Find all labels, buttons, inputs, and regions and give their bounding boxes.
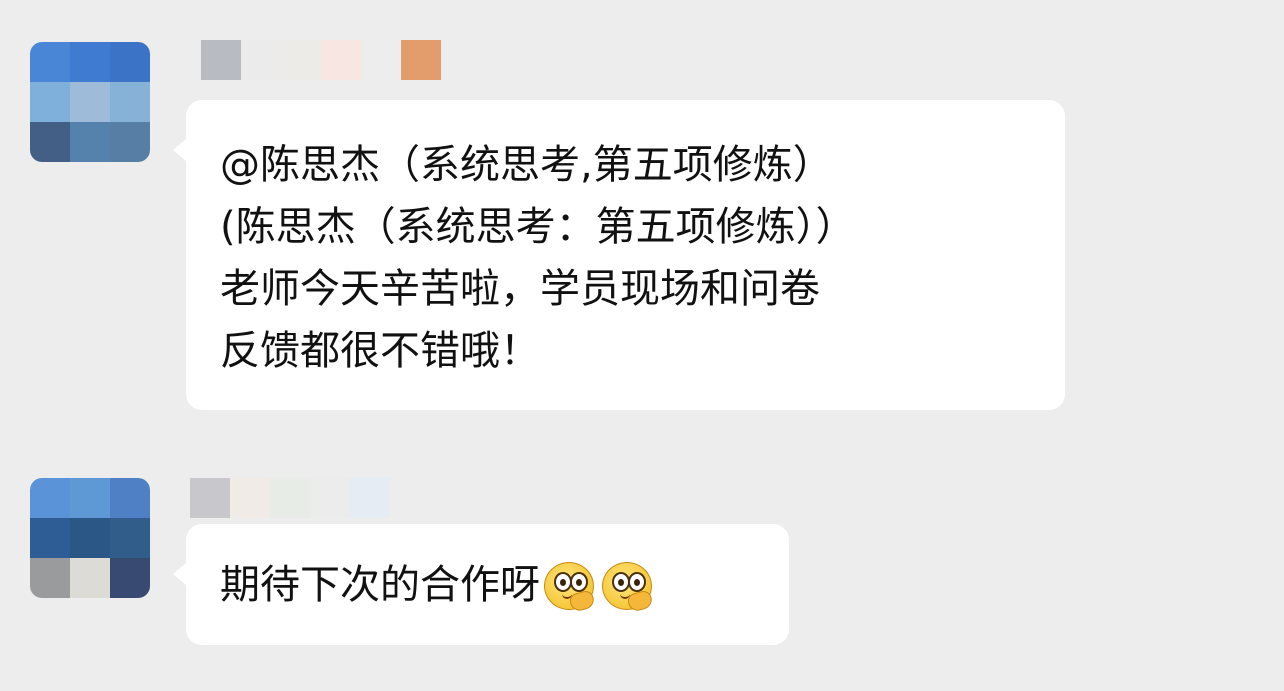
- avatar-pixel: [110, 42, 150, 82]
- avatar-pixel: [70, 518, 110, 558]
- emoji-eye: [570, 572, 588, 592]
- name-blur-block: [190, 478, 230, 518]
- name-blur-block: [321, 40, 361, 80]
- name-blur-block: [390, 478, 430, 518]
- sender-name-blurred-1: [201, 40, 441, 80]
- avatar-pixel: [30, 558, 70, 598]
- message-text: 期待下次的合作呀: [220, 562, 540, 608]
- avatar-pixel: [110, 122, 150, 162]
- name-blur-block: [401, 40, 441, 80]
- name-blur-block: [281, 40, 321, 80]
- message-bubble-1[interactable]: @陈思杰（系统思考,第五项修炼） (陈思杰（系统思考：第五项修炼）） 老师今天辛…: [173, 100, 1065, 410]
- name-blur-block: [350, 478, 390, 518]
- avatar-pixel: [70, 122, 110, 162]
- emoji-eye: [628, 572, 646, 592]
- name-blur-block: [201, 40, 241, 80]
- emoji-group: [542, 558, 658, 613]
- message-bubble-2[interactable]: 期待下次的合作呀: [173, 524, 789, 645]
- sender-avatar-1[interactable]: [30, 42, 150, 162]
- sender-avatar-2[interactable]: [30, 478, 150, 598]
- sender-name-blurred-2: [190, 478, 430, 518]
- hand-over-mouth-face-emoji: [600, 558, 654, 613]
- avatar-pixel: [110, 518, 150, 558]
- message-text-line: @陈思杰（系统思考,第五项修炼）: [220, 142, 833, 188]
- avatar-pixel: [110, 478, 150, 518]
- message-text-line: 反馈都很不错哦！: [220, 328, 540, 374]
- avatar-pixel: [70, 42, 110, 82]
- message-text-line: (陈思杰（系统思考：第五项修炼））: [220, 204, 856, 250]
- avatar-pixel: [110, 82, 150, 122]
- avatar-pixel: [70, 558, 110, 598]
- name-blur-block: [230, 478, 270, 518]
- avatar-pixel: [110, 558, 150, 598]
- name-blur-block: [310, 478, 350, 518]
- hand-over-mouth-face-emoji: [542, 558, 596, 613]
- avatar-pixel: [30, 122, 70, 162]
- avatar-pixel: [70, 478, 110, 518]
- avatar-pixel: [70, 82, 110, 122]
- name-blur-block: [241, 40, 281, 80]
- avatar-pixel: [30, 82, 70, 122]
- avatar-pixel: [30, 478, 70, 518]
- avatar-pixel: [30, 42, 70, 82]
- message-text-line: 老师今天辛苦啦，学员现场和问卷: [220, 266, 820, 312]
- name-blur-block: [270, 478, 310, 518]
- avatar-pixel: [30, 518, 70, 558]
- name-blur-block: [361, 40, 401, 80]
